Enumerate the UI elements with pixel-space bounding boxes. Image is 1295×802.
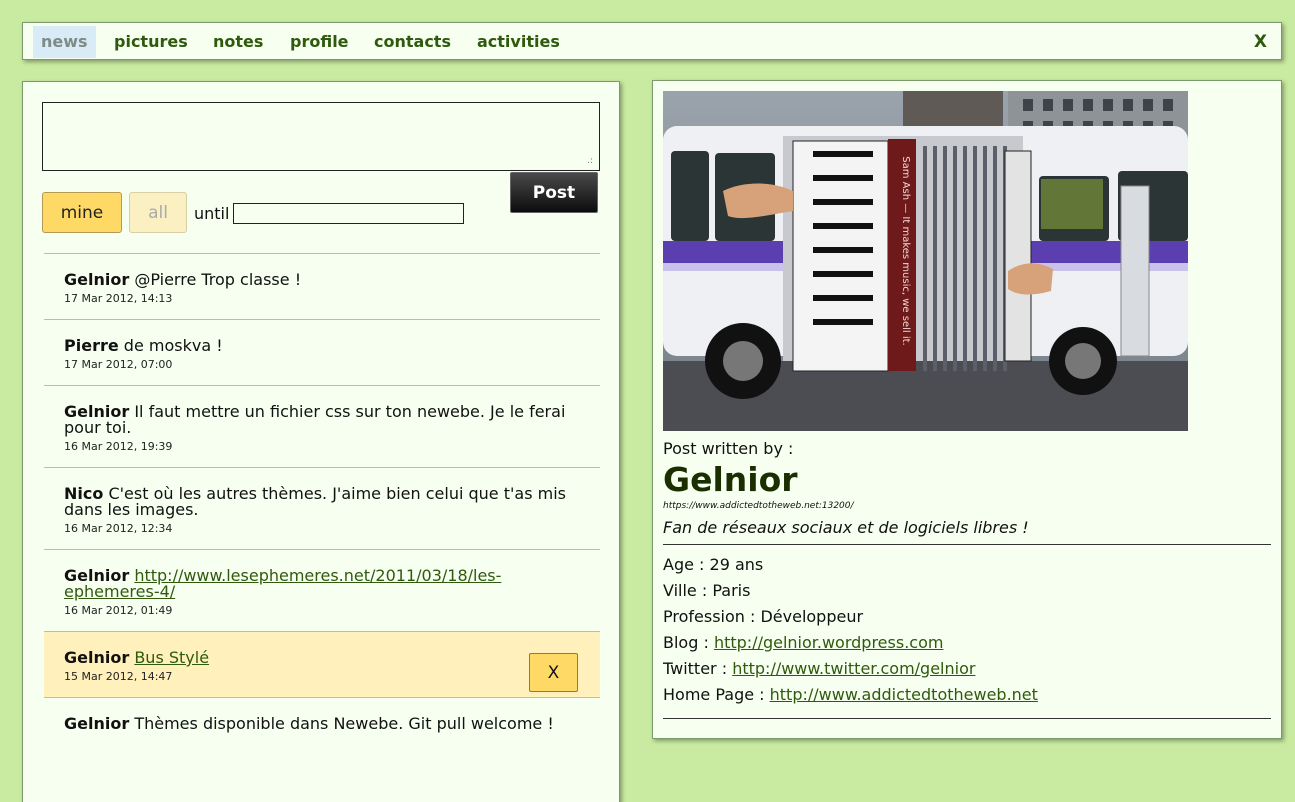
homepage-link[interactable]: http://www.addictedtotheweb.net — [770, 685, 1038, 704]
author-description: Fan de réseaux sociaux et de logiciels l… — [663, 518, 1271, 545]
until-date-input[interactable] — [233, 203, 464, 224]
news-feed: Gelnior @Pierre Trop classe ! 17 Mar 201… — [44, 253, 600, 746]
logout-button[interactable]: X — [1254, 26, 1267, 58]
post-button[interactable]: Post — [510, 172, 598, 213]
nav-contacts[interactable]: contacts — [366, 26, 459, 58]
twitter-link[interactable]: http://www.twitter.com/gelnior — [732, 659, 975, 678]
feed-link[interactable]: Bus Stylé — [134, 648, 209, 667]
until-label: until — [194, 204, 230, 223]
feed-date: 17 Mar 2012, 14:13 — [64, 292, 173, 305]
nav-notes[interactable]: notes — [205, 26, 271, 58]
feed-text: Il faut mettre un fichier css sur ton ne… — [64, 402, 566, 437]
profile-age: Age : 29 ans — [663, 555, 764, 574]
top-nav-bar: news pictures notes profile contacts act… — [22, 22, 1282, 60]
profile-blog: Blog : http://gelnior.wordpress.com — [663, 630, 1271, 656]
profile-city: Ville : Paris — [663, 581, 751, 600]
filter-mine-button[interactable]: mine — [42, 192, 122, 233]
feed-item[interactable]: Gelnior http://www.lesephemeres.net/2011… — [44, 549, 600, 631]
profile-job: Profession : Développeur — [663, 607, 864, 626]
blog-label: Blog : — [663, 633, 709, 652]
nav-profile[interactable]: profile — [282, 26, 357, 58]
nav-activities[interactable]: activities — [469, 26, 568, 58]
feed-author[interactable]: Gelnior — [64, 714, 129, 733]
feed-item[interactable]: Gelnior @Pierre Trop classe ! 17 Mar 201… — [44, 253, 600, 319]
bus-lettering: Sam Ash — It makes music, we sell it. — [900, 156, 911, 345]
feed-date: 15 Mar 2012, 14:47 — [64, 670, 173, 683]
post-picture[interactable]: Sam Ash — It makes music, we sell it. — [663, 91, 1188, 431]
author-info: Post written by : Gelnior https://www.ad… — [663, 439, 1271, 719]
feed-author[interactable]: Gelnior — [64, 648, 129, 667]
feed-text: @Pierre Trop classe ! — [134, 270, 302, 289]
feed-date: 17 Mar 2012, 07:00 — [64, 358, 173, 371]
feed-item[interactable]: Gelnior Il faut mettre un fichier css su… — [44, 385, 600, 467]
post-textarea[interactable] — [42, 102, 600, 171]
post-detail-panel: Sam Ash — It makes music, we sell it. Po… — [652, 80, 1282, 739]
profile-details: Age : 29 ans Ville : Paris Profession : … — [663, 545, 1271, 719]
homepage-label: Home Page : — [663, 685, 765, 704]
nav-news[interactable]: news — [33, 26, 96, 58]
feed-author[interactable]: Gelnior — [64, 270, 129, 289]
accordion-bus-image: Sam Ash — It makes music, we sell it. — [663, 91, 1188, 431]
feed-author[interactable]: Pierre — [64, 336, 119, 355]
resize-grip-icon[interactable]: .: — [587, 156, 593, 166]
blog-link[interactable]: http://gelnior.wordpress.com — [714, 633, 944, 652]
feed-date: 16 Mar 2012, 01:49 — [64, 604, 173, 617]
author-url: https://www.addictedtotheweb.net:13200/ — [663, 501, 854, 511]
profile-twitter: Twitter : http://www.twitter.com/gelnior — [663, 656, 1271, 682]
feed-date: 16 Mar 2012, 19:39 — [64, 440, 173, 453]
nav-pictures[interactable]: pictures — [106, 26, 196, 58]
filter-all-button[interactable]: all — [129, 192, 187, 233]
feed-item[interactable]: Pierre de moskva ! 17 Mar 2012, 07:00 — [44, 319, 600, 385]
feed-date: 16 Mar 2012, 12:34 — [64, 522, 173, 535]
feed-text: C'est où les autres thèmes. J'aime bien … — [64, 484, 566, 519]
profile-homepage: Home Page : http://www.addictedtotheweb.… — [663, 682, 1271, 708]
delete-post-button[interactable]: X — [529, 653, 578, 692]
written-by-label: Post written by : — [663, 439, 794, 458]
news-panel: .: Post mine all until Gelnior @Pierre T… — [22, 81, 620, 802]
feed-text: de moskva ! — [123, 336, 223, 355]
feed-link[interactable]: http://www.lesephemeres.net/2011/03/18/l… — [64, 566, 501, 601]
feed-item[interactable]: Nico C'est où les autres thèmes. J'aime … — [44, 467, 600, 549]
author-name: Gelnior — [663, 460, 798, 499]
feed-item-selected[interactable]: Gelnior Bus Stylé 15 Mar 2012, 14:47 X — [44, 631, 600, 697]
feed-item[interactable]: Gelnior Thèmes disponible dans Newebe. G… — [44, 697, 600, 746]
twitter-label: Twitter : — [663, 659, 728, 678]
feed-text: Thèmes disponible dans Newebe. Git pull … — [134, 714, 554, 733]
